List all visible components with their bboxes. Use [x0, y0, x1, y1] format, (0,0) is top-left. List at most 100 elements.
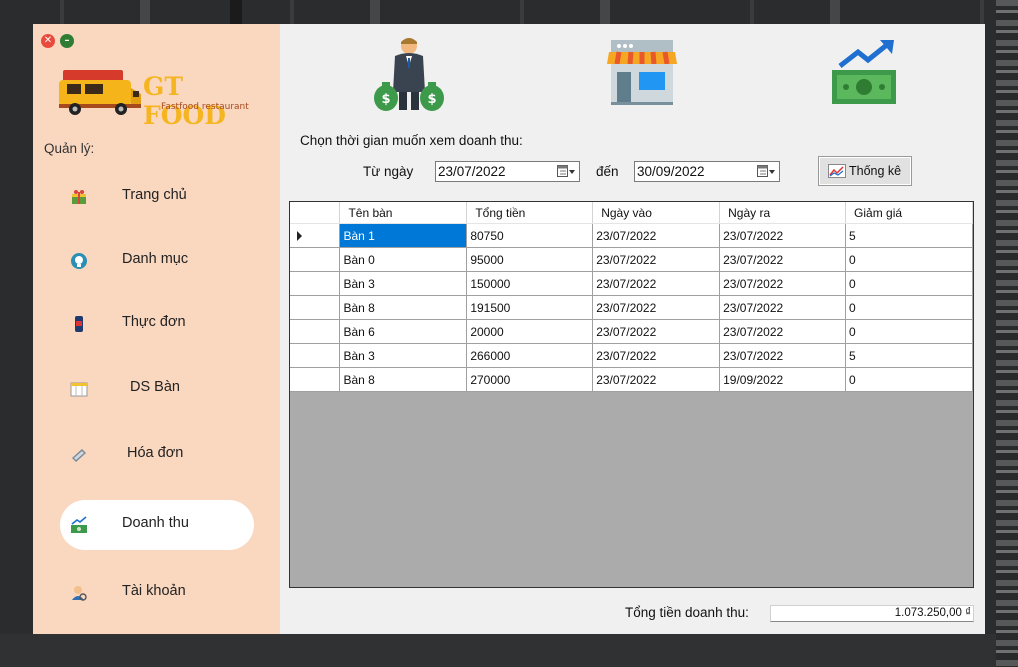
to-date-value: 30/09/2022: [637, 164, 705, 179]
table-cell[interactable]: 0: [845, 295, 973, 320]
row-header[interactable]: [290, 271, 341, 296]
table-cell[interactable]: Bàn 6: [339, 319, 468, 344]
to-date-label: đến: [596, 164, 619, 179]
svg-text:$: $: [427, 92, 436, 107]
table-cell[interactable]: 0: [845, 367, 973, 392]
sidebar-item-ds-ban[interactable]: DS Bàn: [60, 364, 254, 414]
table-cell[interactable]: 23/07/2022: [592, 295, 721, 320]
table-cell[interactable]: Bàn 0: [339, 247, 468, 272]
table-cell[interactable]: 0: [845, 247, 973, 272]
table-cell[interactable]: Bàn 1: [339, 223, 468, 248]
filter-prompt: Chọn thời gian muốn xem doanh thu:: [300, 133, 523, 148]
table-row[interactable]: Bàn 6 20000 23/07/2022 23/07/2022 0: [290, 319, 973, 344]
row-header[interactable]: [290, 295, 341, 320]
table-cell[interactable]: 23/07/2022: [592, 367, 721, 392]
table-row[interactable]: Bàn 8 270000 23/07/2022 19/09/2022 0: [290, 367, 973, 392]
sidebar: ✕ – GT FOOD Fastfood restaurant Quản lý:: [33, 24, 280, 634]
food-truck-icon: [59, 70, 141, 115]
table-cell[interactable]: 95000: [466, 247, 594, 272]
account-icon: [72, 586, 87, 601]
table-cell[interactable]: 5: [845, 223, 973, 248]
businessman-money-icon: $ $: [374, 38, 444, 111]
table-cell[interactable]: 23/07/2022: [592, 319, 721, 344]
brand-name: GT FOOD: [143, 72, 226, 130]
sidebar-item-hoa-don[interactable]: Hóa đơn: [60, 430, 254, 480]
chart-icon: [828, 164, 846, 178]
row-header[interactable]: [290, 319, 341, 344]
table-cell[interactable]: 266000: [466, 343, 594, 368]
table-cell[interactable]: 0: [845, 271, 973, 296]
table-cell[interactable]: Bàn 3: [339, 343, 468, 368]
table-cell[interactable]: 23/07/2022: [719, 271, 847, 296]
desktop-texture: [230, 0, 242, 24]
table-row[interactable]: Bàn 3 150000 23/07/2022 23/07/2022 0: [290, 271, 973, 296]
column-header[interactable]: Ngày vào: [592, 202, 721, 224]
table-row[interactable]: Bàn 0 95000 23/07/2022 23/07/2022 0: [290, 247, 973, 272]
desktop-texture: [996, 0, 1018, 667]
table-cell[interactable]: 23/07/2022: [592, 223, 721, 248]
table-cell[interactable]: 5: [845, 343, 973, 368]
sidebar-item-tai-khoan[interactable]: Tài khoản: [60, 568, 254, 618]
row-header[interactable]: [290, 247, 341, 272]
table-cell[interactable]: 80750: [466, 223, 594, 248]
total-revenue-field[interactable]: 1.073.250,00 ₫: [770, 605, 974, 622]
table-cell[interactable]: Bàn 8: [339, 367, 468, 392]
table-cell[interactable]: 23/07/2022: [592, 343, 721, 368]
table-cell[interactable]: 270000: [466, 367, 594, 392]
table-cell[interactable]: 23/07/2022: [719, 223, 847, 248]
column-header[interactable]: Ngày ra: [719, 202, 847, 224]
app-window: ✕ – GT FOOD Fastfood restaurant Quản lý:: [33, 24, 985, 634]
from-date-value: 23/07/2022: [438, 164, 506, 179]
column-header[interactable]: Giảm giá: [845, 202, 973, 224]
table-cell[interactable]: Bàn 3: [339, 271, 468, 296]
revenue-icon: [71, 516, 87, 533]
section-label: Quản lý:: [44, 141, 95, 156]
close-button[interactable]: ✕: [41, 34, 55, 48]
sidebar-item-label: Tài khoản: [122, 583, 186, 599]
table-cell[interactable]: 23/07/2022: [592, 247, 721, 272]
sidebar-item-danh-muc[interactable]: Danh mục: [60, 236, 254, 286]
sidebar-item-trang-chu[interactable]: Trang chủ: [60, 172, 254, 222]
current-row-indicator: [297, 231, 302, 241]
table-row[interactable]: Bàn 3 266000 23/07/2022 23/07/2022 5: [290, 343, 973, 368]
row-header[interactable]: [290, 223, 341, 248]
calendar-dropdown-icon[interactable]: [757, 165, 775, 179]
row-header[interactable]: [290, 343, 341, 368]
sidebar-item-label: Hóa đơn: [127, 445, 184, 461]
main-panel: $ $ Chọn thời gian muốn xem doanh thu: T…: [280, 24, 985, 634]
calendar-dropdown-icon[interactable]: [557, 165, 575, 179]
table-cell[interactable]: 23/07/2022: [719, 295, 847, 320]
revenue-grid[interactable]: Tên bàn Tổng tiền Ngày vào Ngày ra Giảm …: [289, 201, 974, 588]
brand-tagline: Fastfood restaurant: [161, 102, 249, 112]
to-date-picker[interactable]: 30/09/2022: [634, 161, 780, 182]
table-cell[interactable]: 23/07/2022: [592, 271, 721, 296]
table-cell[interactable]: 191500: [466, 295, 594, 320]
column-header[interactable]: Tên bàn: [339, 202, 468, 224]
table-cell[interactable]: 19/09/2022: [719, 367, 847, 392]
svg-text:$: $: [381, 92, 390, 107]
table-cell[interactable]: 23/07/2022: [719, 247, 847, 272]
table-row[interactable]: Bàn 8 191500 23/07/2022 23/07/2022 0: [290, 295, 973, 320]
bill-icon: [72, 449, 86, 462]
from-date-picker[interactable]: 23/07/2022: [435, 161, 580, 182]
desktop-texture: [0, 634, 1018, 667]
table-row[interactable]: Bàn 1 80750 23/07/2022 23/07/2022 5: [290, 223, 973, 248]
sidebar-item-label: Doanh thu: [122, 515, 189, 531]
row-header[interactable]: [290, 367, 341, 392]
table-cell[interactable]: 23/07/2022: [719, 343, 847, 368]
minimize-button[interactable]: –: [60, 34, 74, 48]
table-cell[interactable]: 150000: [466, 271, 594, 296]
table-cell[interactable]: 20000: [466, 319, 594, 344]
revenue-table: Tên bàn Tổng tiền Ngày vào Ngày ra Giảm …: [290, 202, 973, 392]
table-cell[interactable]: 23/07/2022: [719, 319, 847, 344]
column-header[interactable]: Tổng tiền: [466, 202, 594, 224]
sidebar-item-thuc-don[interactable]: Thực đơn: [60, 299, 254, 349]
sidebar-item-label: DS Bàn: [130, 379, 180, 395]
sidebar-item-doanh-thu[interactable]: Doanh thu: [60, 500, 254, 550]
table-cell[interactable]: 0: [845, 319, 973, 344]
statistics-button[interactable]: Thống kê: [818, 156, 912, 186]
drink-icon: [75, 316, 83, 332]
brand-logo: GT FOOD Fastfood restaurant: [55, 66, 265, 130]
table-cell[interactable]: Bàn 8: [339, 295, 468, 320]
total-revenue-label: Tổng tiền doanh thu:: [625, 605, 749, 620]
